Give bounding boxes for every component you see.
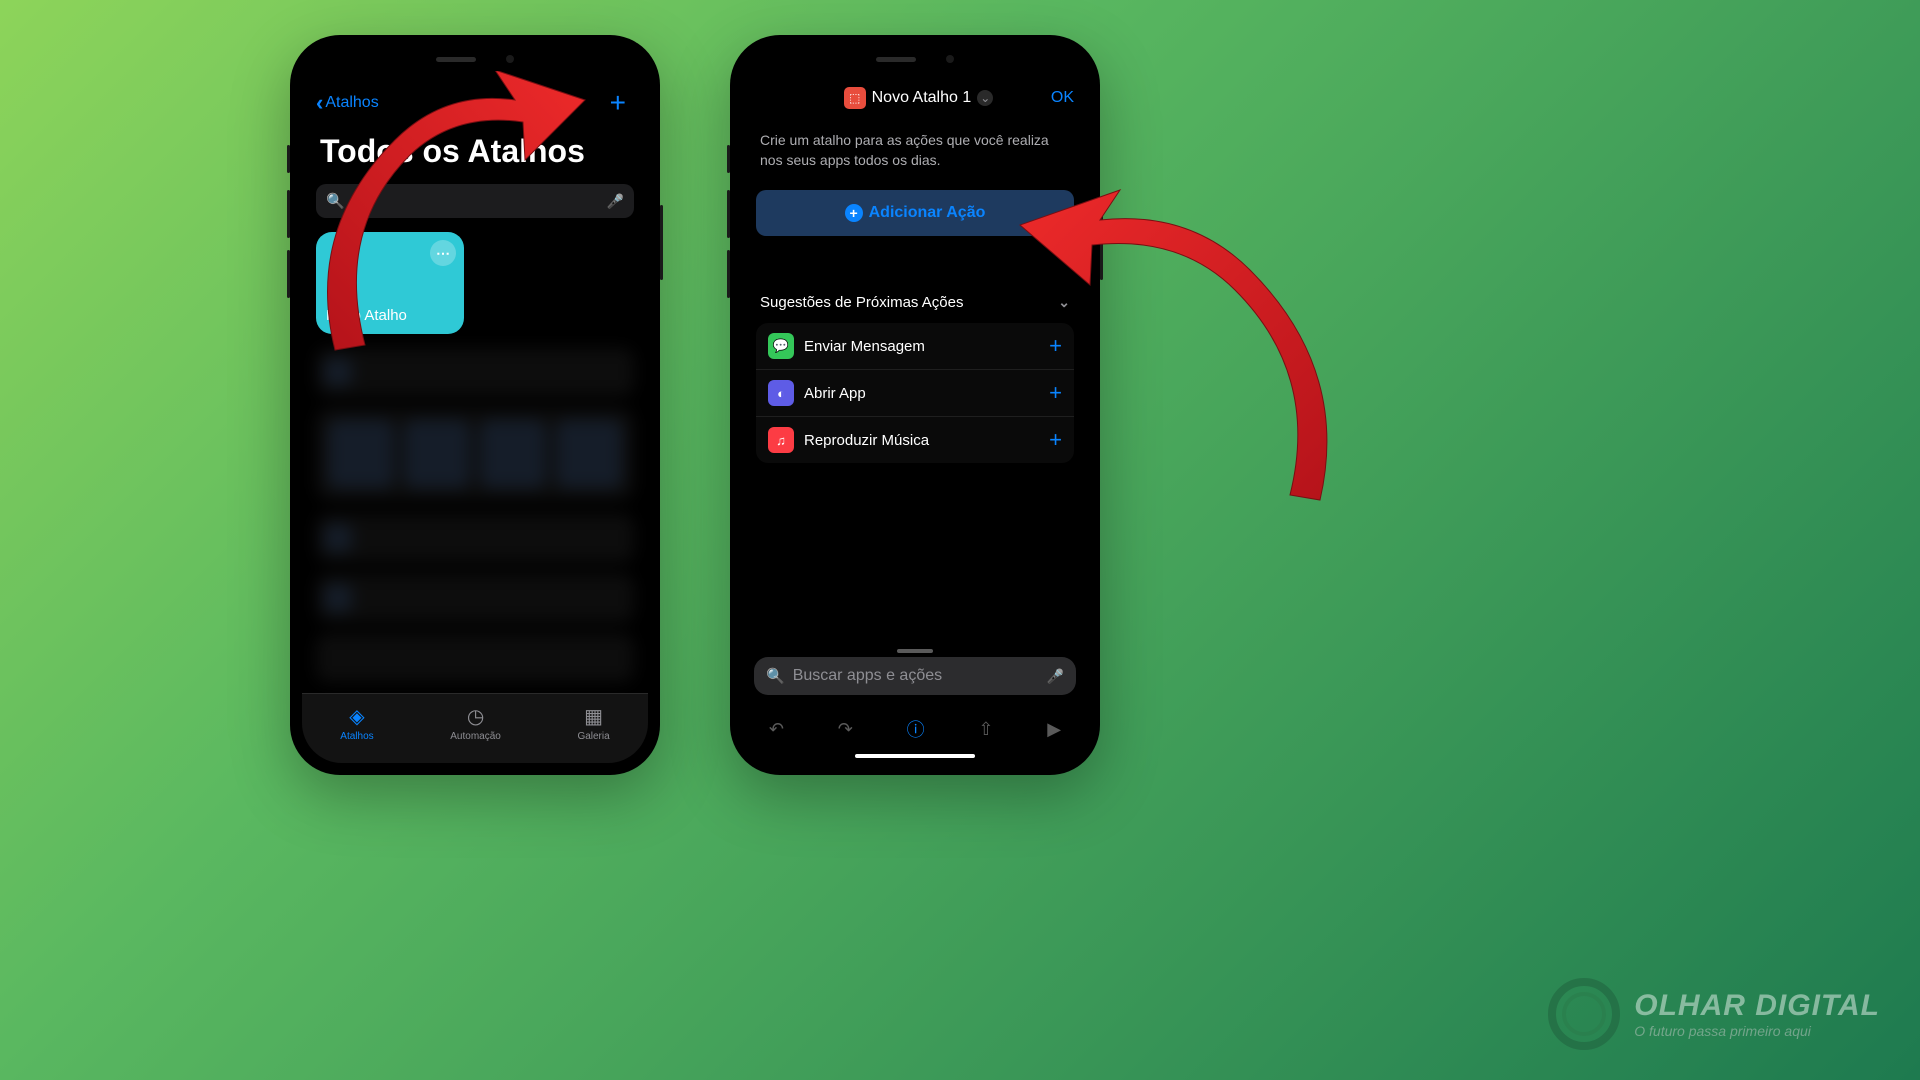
suggestion-open-app[interactable]: ◐ Abrir App + xyxy=(756,370,1074,417)
tab-gallery[interactable]: ▦ Galeria xyxy=(577,704,609,742)
layers-icon: ◈ xyxy=(349,704,364,729)
phone-right: ⬚ Novo Atalho 1 ⌄ OK Crie um atalho para… xyxy=(730,35,1100,775)
shortcut-tile[interactable]: ⋯ Novo Atalho xyxy=(316,232,464,334)
power-button xyxy=(660,205,663,280)
back-label: Atalhos xyxy=(325,94,378,112)
plus-circle-icon: + xyxy=(845,204,863,222)
suggestion-label: Abrir App xyxy=(804,385,1039,402)
volume-down-button xyxy=(287,250,290,298)
search-input[interactable]: 🔍 🎤 xyxy=(316,184,634,218)
home-indicator[interactable] xyxy=(855,754,975,758)
suggestion-label: Reproduzir Música xyxy=(804,432,1039,449)
ok-button[interactable]: OK xyxy=(1051,89,1074,107)
redo-button[interactable]: ↷ xyxy=(838,719,853,740)
mic-icon[interactable]: 🎤 xyxy=(607,193,624,210)
side-button xyxy=(287,145,290,173)
suggestion-label: Enviar Mensagem xyxy=(804,338,1039,355)
volume-down-button xyxy=(727,250,730,298)
add-action-label: Adicionar Ação xyxy=(869,204,986,222)
app-icon: ◐ xyxy=(768,380,794,406)
notch xyxy=(840,47,990,71)
suggestion-play-music[interactable]: ♫ Reproduzir Música + xyxy=(756,417,1074,463)
back-button[interactable]: ‹ Atalhos xyxy=(316,90,379,116)
tab-bar: ◈ Atalhos ◷ Automação ▦ Galeria xyxy=(302,693,648,763)
add-icon[interactable]: + xyxy=(1049,380,1062,406)
add-icon[interactable]: + xyxy=(1049,427,1062,453)
bottom-search-placeholder: Buscar apps e ações xyxy=(793,667,1039,685)
side-button xyxy=(727,145,730,173)
tab-label: Atalhos xyxy=(340,731,373,742)
chevron-down-icon: ⌄ xyxy=(1058,294,1070,311)
tile-more-button[interactable]: ⋯ xyxy=(430,240,456,266)
tab-label: Automação xyxy=(450,731,501,742)
shortcut-name-button[interactable]: ⬚ Novo Atalho 1 ⌄ xyxy=(844,87,994,109)
shortcut-title: Novo Atalho 1 xyxy=(872,89,972,107)
tile-label: Novo Atalho xyxy=(326,307,407,324)
tab-shortcuts[interactable]: ◈ Atalhos xyxy=(340,704,373,742)
suggestion-send-message[interactable]: 💬 Enviar Mensagem + xyxy=(756,323,1074,370)
play-button[interactable]: ▶ xyxy=(1047,719,1061,740)
mic-icon[interactable]: 🎤 xyxy=(1047,668,1064,685)
drag-handle[interactable] xyxy=(897,649,933,653)
chevron-down-icon: ⌄ xyxy=(977,90,993,106)
volume-up-button xyxy=(727,190,730,238)
clock-icon: ◷ xyxy=(467,704,484,729)
screen-right: ⬚ Novo Atalho 1 ⌄ OK Crie um atalho para… xyxy=(742,47,1088,763)
messages-icon: 💬 xyxy=(768,333,794,359)
phone-left: ‹ Atalhos + Todos os Atalhos 🔍 🎤 ⋯ Novo … xyxy=(290,35,660,775)
power-button xyxy=(1100,205,1103,280)
description-text: Crie um atalho para as ações que você re… xyxy=(742,119,1088,182)
shortcut-app-icon: ⬚ xyxy=(844,87,866,109)
gallery-icon: ▦ xyxy=(584,704,603,729)
volume-up-button xyxy=(287,190,290,238)
add-action-button[interactable]: + Adicionar Ação xyxy=(756,190,1074,236)
suggestions-list: 💬 Enviar Mensagem + ◐ Abrir App + ♫ Repr… xyxy=(756,323,1074,463)
screen-left: ‹ Atalhos + Todos os Atalhos 🔍 🎤 ⋯ Novo … xyxy=(302,47,648,763)
tab-label: Galeria xyxy=(577,731,609,742)
notch xyxy=(400,47,550,71)
tab-automation[interactable]: ◷ Automação xyxy=(450,704,501,742)
brand-tagline: O futuro passa primeiro aqui xyxy=(1634,1023,1880,1039)
search-icon: 🔍 xyxy=(766,667,785,685)
music-icon: ♫ xyxy=(768,427,794,453)
search-icon: 🔍 xyxy=(326,192,345,210)
logo-icon xyxy=(1548,978,1620,1050)
undo-button[interactable]: ↶ xyxy=(769,719,784,740)
share-button[interactable]: ⇧ xyxy=(978,719,993,740)
brand-logo: OLHAR DIGITAL O futuro passa primeiro aq… xyxy=(1548,978,1880,1050)
blurred-content xyxy=(316,348,634,682)
suggestions-header[interactable]: Sugestões de Próximas Ações ⌄ xyxy=(742,244,1088,323)
brand-name: OLHAR DIGITAL xyxy=(1634,989,1880,1023)
chevron-left-icon: ‹ xyxy=(316,90,323,116)
page-title: Todos os Atalhos xyxy=(302,127,648,180)
add-shortcut-button[interactable]: + xyxy=(610,87,634,119)
info-button[interactable]: ⓘ xyxy=(907,716,925,742)
bottom-search-input[interactable]: 🔍 Buscar apps e ações 🎤 xyxy=(754,657,1076,695)
suggestions-title: Sugestões de Próximas Ações xyxy=(760,294,963,311)
add-icon[interactable]: + xyxy=(1049,333,1062,359)
